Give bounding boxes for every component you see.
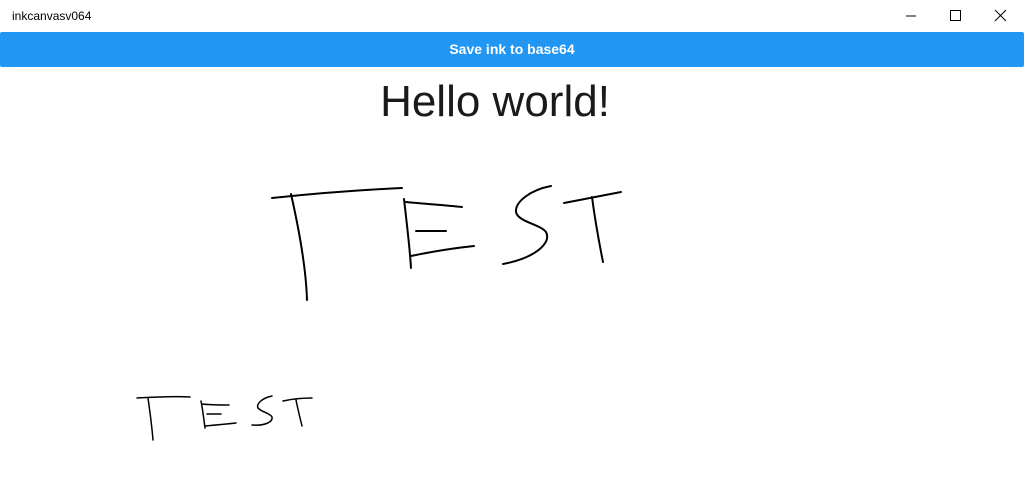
close-icon (994, 9, 1007, 22)
ink-stroke (251, 395, 273, 426)
ink-stroke (136, 395, 191, 399)
ink-stroke (403, 198, 412, 269)
ink-stroke (147, 397, 154, 441)
ink-stroke (200, 400, 206, 429)
ink-stroke (405, 201, 463, 208)
ink-stroke (204, 422, 237, 427)
ink-stroke (282, 397, 313, 402)
save-ink-button[interactable]: Save ink to base64 (0, 32, 1024, 67)
maximize-button[interactable] (932, 0, 978, 32)
ink-canvas[interactable] (0, 67, 1024, 480)
window-title: inkcanvasv064 (12, 9, 92, 23)
title-bar[interactable]: inkcanvasv064 (0, 0, 1024, 32)
close-button[interactable] (978, 0, 1024, 32)
minimize-button[interactable] (888, 0, 934, 32)
ink-stroke (295, 399, 303, 427)
ink-stroke (502, 185, 552, 265)
ink-stroke (201, 403, 230, 406)
ink-drawing-large (271, 185, 622, 301)
ink-drawing-small (136, 395, 313, 441)
ink-stroke (410, 245, 475, 257)
minimize-icon (906, 15, 916, 17)
ink-stroke (591, 196, 604, 263)
ink-stroke (290, 193, 308, 301)
app-window: inkcanvasv064 Save ink to base64 Hello w… (0, 0, 1024, 480)
maximize-icon (950, 10, 961, 21)
